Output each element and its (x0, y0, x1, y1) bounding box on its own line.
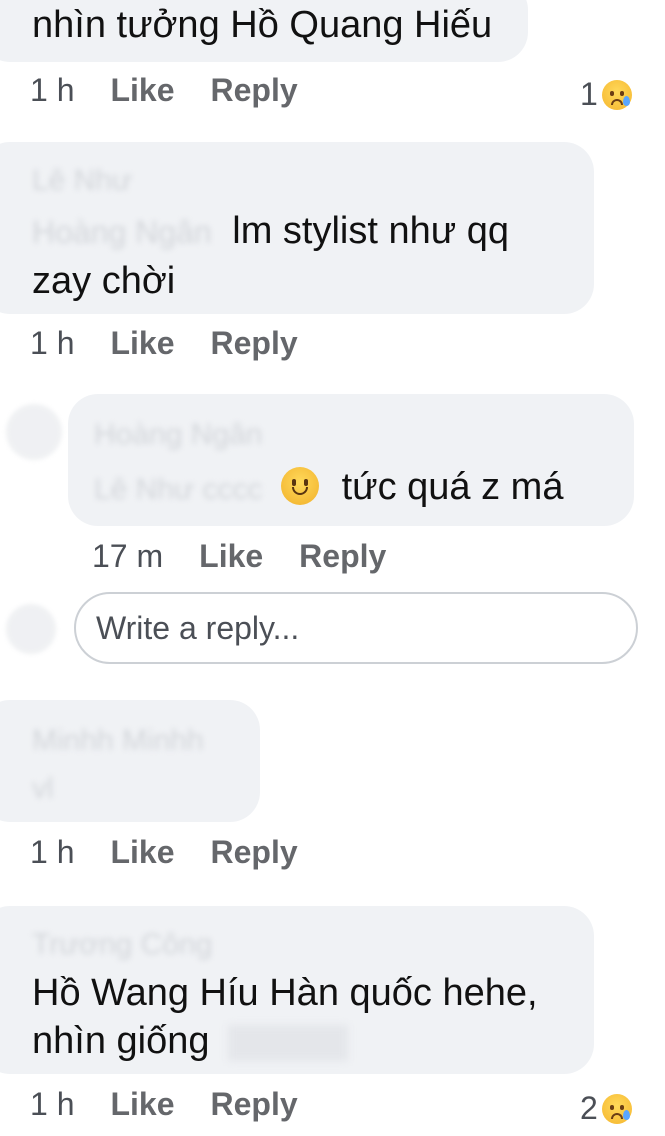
comment-time: 17 m (92, 538, 164, 574)
reaction-summary[interactable]: 2 (580, 1090, 632, 1127)
slightly-smiling-face-icon (281, 467, 320, 505)
comment-text: tức quá z má (341, 466, 564, 508)
comment-text-line: Hồ Wang Híu Hàn quốc hehe, (32, 972, 538, 1014)
comment-text: nhìn giống (32, 1020, 210, 1062)
reply-button[interactable]: Reply (211, 72, 298, 109)
like-button[interactable]: Like (110, 834, 174, 871)
comment-text-line: zay chời (32, 260, 176, 302)
comment-actions: 17 m Like Reply (92, 538, 422, 575)
comment-text: lm stylist như qq (232, 210, 509, 252)
avatar (6, 604, 56, 654)
comment-author[interactable]: Hoàng Ngân (94, 410, 262, 460)
crying-face-icon (601, 79, 632, 110)
redacted-text (228, 1024, 349, 1061)
reply-button[interactable]: Reply (299, 538, 386, 575)
reaction-count: 2 (580, 1090, 598, 1126)
reply-bubble: Hoàng Ngân Lê Như cccc tức quá z má (68, 394, 634, 526)
mention-link[interactable]: Hoàng Ngân (32, 214, 212, 250)
like-button[interactable]: Like (199, 538, 263, 575)
reply-input[interactable] (74, 592, 638, 664)
comment-time: 1 h (30, 834, 75, 870)
reaction-count: 1 (580, 76, 598, 112)
comment-text-line: nhìn giống (32, 1016, 349, 1066)
reply-button[interactable]: Reply (211, 325, 298, 362)
comment-text-line: Lê Như cccc tức quá z má (94, 462, 563, 515)
comment-bubble: Trương Công Hồ Wang Híu Hàn quốc hehe, n… (0, 906, 594, 1074)
comment-author[interactable]: Trương Công (32, 920, 212, 970)
comment-actions: 1 h Like Reply (30, 72, 334, 109)
comment-author[interactable]: Minhh Minhh (32, 716, 204, 766)
comment-bubble: Lê Như Hoàng Ngân lm stylist như qq zay … (0, 142, 594, 314)
like-button[interactable]: Like (110, 1086, 174, 1123)
comment-author[interactable]: Lê Như (32, 156, 132, 206)
reply-button[interactable]: Reply (211, 834, 298, 871)
reaction-summary[interactable]: 1 (580, 76, 632, 113)
avatar[interactable] (6, 404, 62, 460)
comment-text-line: Hoàng Ngân lm stylist như qq (32, 206, 509, 257)
like-button[interactable]: Like (110, 325, 174, 362)
comment-text: vl (32, 772, 54, 805)
comment-text: nhìn tưởng Hồ Quang Hiếu (32, 4, 493, 46)
comment-actions: 1 h Like Reply (30, 325, 334, 362)
comment-bubble: nhìn tưởng Hồ Quang Hiếu (0, 0, 528, 62)
reply-button[interactable]: Reply (211, 1086, 298, 1123)
comment-time: 1 h (30, 1086, 75, 1122)
comment-time: 1 h (30, 72, 75, 108)
comment-time: 1 h (30, 325, 75, 361)
mention-link[interactable]: Lê Như cccc (94, 473, 262, 506)
comment-actions: 1 h Like Reply (30, 1086, 334, 1123)
crying-face-icon (601, 1093, 632, 1124)
comment-actions: 1 h Like Reply (30, 834, 334, 871)
comment-bubble: Minhh Minhh vl (0, 700, 260, 822)
like-button[interactable]: Like (110, 72, 174, 109)
